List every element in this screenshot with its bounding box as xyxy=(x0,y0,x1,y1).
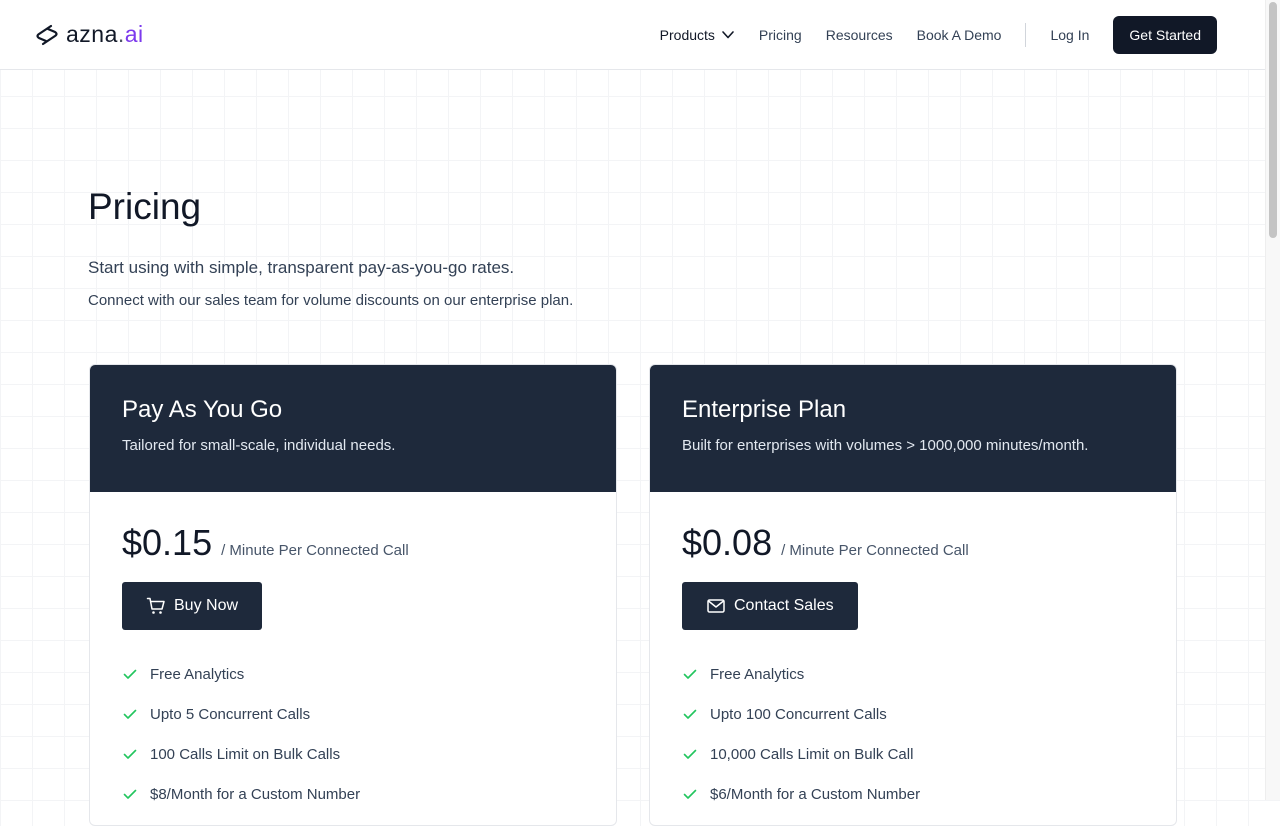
feature-item: 10,000 Calls Limit on Bulk Call xyxy=(682,734,1144,774)
plan-description: Tailored for small-scale, individual nee… xyxy=(122,437,396,454)
feature-text: 100 Calls Limit on Bulk Calls xyxy=(150,745,341,763)
contact-sales-label: Contact Sales xyxy=(734,597,834,614)
nav-products-label: Products xyxy=(659,27,715,43)
logo-tld: ai xyxy=(124,21,144,47)
plan-price: $0.08 xyxy=(682,522,773,563)
main-nav: Products Pricing Resources Book A Demo L… xyxy=(660,16,1217,54)
feature-item: Free Analytics xyxy=(122,654,584,694)
feature-item: Upto 100 Concurrent Calls xyxy=(682,694,1144,734)
vertical-scrollbar[interactable] xyxy=(1265,0,1280,800)
nav-products[interactable]: Products xyxy=(660,27,735,43)
nav-divider xyxy=(1025,23,1027,47)
logo-icon xyxy=(36,24,58,45)
feature-list: Free Analytics Upto 5 Concurrent Calls 1… xyxy=(122,654,584,814)
nav-login[interactable]: Log In xyxy=(1050,27,1089,43)
check-icon xyxy=(683,749,697,759)
feature-item: Upto 5 Concurrent Calls xyxy=(122,694,584,734)
top-navbar: azna.ai Products Pricing Resources Book … xyxy=(0,0,1265,70)
buy-now-label: Buy Now xyxy=(174,597,239,614)
logo-dot: . xyxy=(117,21,125,47)
nav-book-demo[interactable]: Book A Demo xyxy=(917,27,1002,43)
plan-price-unit: / Minute Per Connected Call xyxy=(221,542,409,559)
check-icon xyxy=(683,709,697,719)
price-row: $0.15 / Minute Per Connected Call xyxy=(122,522,584,564)
check-icon xyxy=(123,669,137,679)
page-subtitle-secondary: Connect with our sales team for volume d… xyxy=(88,292,574,309)
page-title: Pricing xyxy=(88,186,202,227)
plan-card-header: Pay As You Go Tailored for small-scale, … xyxy=(90,365,616,492)
plan-price: $0.15 xyxy=(122,522,213,563)
feature-text: Free Analytics xyxy=(150,665,245,683)
plan-card-enterprise: Enterprise Plan Built for enterprises wi… xyxy=(649,364,1177,826)
nav-resources[interactable]: Resources xyxy=(826,27,893,43)
plan-card-body: $0.08 / Minute Per Connected Call Contac… xyxy=(650,492,1176,814)
contact-sales-button[interactable]: Contact Sales xyxy=(682,582,858,630)
logo[interactable]: azna.ai xyxy=(34,21,144,48)
logo-text: azna.ai xyxy=(66,21,144,48)
feature-item: 100 Calls Limit on Bulk Calls xyxy=(122,734,584,774)
feature-text: Free Analytics xyxy=(710,665,805,683)
plan-description: Built for enterprises with volumes > 100… xyxy=(682,437,1089,454)
page-subtitle: Start using with simple, transparent pay… xyxy=(88,258,515,277)
feature-text: 10,000 Calls Limit on Bulk Call xyxy=(710,745,914,763)
check-icon xyxy=(123,749,137,759)
mail-icon xyxy=(707,599,725,613)
nav-pricing[interactable]: Pricing xyxy=(759,27,802,43)
plan-name: Pay As You Go xyxy=(122,396,283,423)
chevron-down-icon xyxy=(722,31,734,39)
feature-text: Upto 100 Concurrent Calls xyxy=(710,705,887,723)
plan-card-body: $0.15 / Minute Per Connected Call Buy No… xyxy=(90,492,616,814)
feature-item: Free Analytics xyxy=(682,654,1144,694)
check-icon xyxy=(683,669,697,679)
scrollbar-thumb[interactable] xyxy=(1269,2,1277,238)
feature-item: $6/Month for a Custom Number xyxy=(682,774,1144,814)
plan-name: Enterprise Plan xyxy=(682,396,847,423)
check-icon xyxy=(123,709,137,719)
price-row: $0.08 / Minute Per Connected Call xyxy=(682,522,1144,564)
feature-text: Upto 5 Concurrent Calls xyxy=(150,705,311,723)
cart-icon xyxy=(146,597,165,614)
buy-now-button[interactable]: Buy Now xyxy=(122,582,263,630)
logo-name: azna xyxy=(66,21,118,47)
plan-price-unit: / Minute Per Connected Call xyxy=(781,542,969,559)
get-started-button[interactable]: Get Started xyxy=(1113,16,1217,54)
plan-card-header: Enterprise Plan Built for enterprises wi… xyxy=(650,365,1176,492)
plan-card-pay-as-you-go: Pay As You Go Tailored for small-scale, … xyxy=(89,364,617,826)
feature-list: Free Analytics Upto 100 Concurrent Calls… xyxy=(682,654,1144,814)
feature-item: $8/Month for a Custom Number xyxy=(122,774,584,814)
